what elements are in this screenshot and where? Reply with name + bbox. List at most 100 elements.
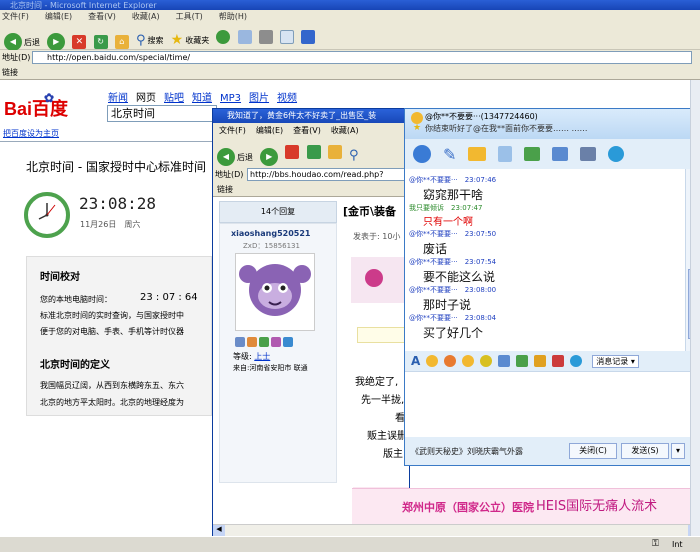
- menu-view[interactable]: 查看(V): [88, 12, 116, 21]
- star-icon: ★: [413, 123, 422, 133]
- close-button[interactable]: 关闭(C): [569, 443, 617, 459]
- profile-icon[interactable]: [247, 337, 257, 347]
- refresh-button[interactable]: ↻: [93, 32, 108, 52]
- blog-icon[interactable]: [271, 337, 281, 347]
- doc-icon[interactable]: [498, 146, 513, 162]
- set-home-link[interactable]: 把百度设为主页: [3, 128, 59, 139]
- emoji-icon[interactable]: [426, 355, 439, 367]
- forum-address-input[interactable]: http://bbs.houdao.com/read.php?: [247, 168, 407, 181]
- app-icon[interactable]: [524, 147, 541, 161]
- qq-show-icon[interactable]: [570, 355, 583, 367]
- avatar: [235, 253, 315, 331]
- back-button[interactable]: ◀ 后退: [4, 32, 40, 52]
- search-button[interactable]: ⚲ 搜索: [136, 31, 164, 51]
- forum-address-bar: 地址(D) http://bbs.houdao.com/read.php?: [213, 167, 409, 183]
- messenger-button[interactable]: [301, 27, 316, 47]
- media-icon: [216, 30, 231, 44]
- ad-banner[interactable]: 郑州中原（国家公立）医院 HEIS国际无痛人流术: [352, 488, 700, 524]
- forum-back-button[interactable]: ◀ 后退: [217, 147, 253, 167]
- forward-button[interactable]: ▶: [47, 32, 66, 52]
- forum-menu-edit[interactable]: 编辑(E): [256, 126, 283, 135]
- send-options-icon[interactable]: ▾: [671, 443, 685, 459]
- favorites-button[interactable]: ★ 收藏夹: [171, 30, 210, 50]
- nudge-icon[interactable]: [480, 355, 493, 367]
- ie-toolbar: ◀ 后退 ▶ ✕ ↻ ⌂ ⚲ 搜索 ★ 收藏夹: [0, 24, 700, 52]
- ad-link[interactable]: 《武则天秘史》刘晓庆霸气外露: [411, 446, 523, 457]
- mail-button[interactable]: [237, 27, 252, 47]
- sync-text-1: 标准北京时间的实时查询，与国家授时中: [40, 311, 184, 320]
- forum-links-label[interactable]: 链接: [217, 185, 233, 194]
- screenshot-icon[interactable]: [534, 355, 547, 367]
- font-icon[interactable]: A: [411, 354, 420, 368]
- address-input[interactable]: http://open.baidu.com/special/time/: [32, 51, 692, 64]
- file-transfer-icon[interactable]: [468, 147, 487, 161]
- settings-icon[interactable]: [580, 147, 597, 161]
- message-input[interactable]: [405, 371, 699, 437]
- nav-mp3[interactable]: MP3: [220, 93, 241, 104]
- username[interactable]: xiaoshang520521: [231, 229, 310, 238]
- stop-button[interactable]: ✕: [72, 32, 87, 52]
- sync-text-2: 便于您的对电脑、手表、手机等计时仪器: [40, 327, 184, 336]
- forum-stop-button[interactable]: [285, 142, 300, 162]
- edit-icon: [279, 30, 294, 44]
- voice-icon[interactable]: ✎: [443, 145, 456, 164]
- video-call-icon[interactable]: [413, 145, 431, 163]
- menu-favorites[interactable]: 收藏(A): [132, 12, 160, 21]
- history-button[interactable]: 消息记录 ▾: [592, 354, 639, 368]
- refresh-icon: [306, 145, 321, 159]
- image-icon[interactable]: [498, 355, 511, 367]
- send-button[interactable]: 发送(S): [621, 443, 669, 459]
- clock-time: 23:08:28: [79, 194, 157, 213]
- message-meta: @你**不要要··· 23:07:54: [409, 258, 497, 266]
- links-label[interactable]: 链接: [2, 68, 18, 77]
- shop-icon[interactable]: [283, 337, 293, 347]
- baidu-logo[interactable]: Bai百度 ✿: [4, 91, 68, 121]
- friend-icon[interactable]: [259, 337, 269, 347]
- star-icon: ★: [170, 32, 184, 48]
- nav-images[interactable]: 图片: [249, 93, 269, 104]
- level-value[interactable]: 上士: [254, 352, 270, 361]
- forum-search-button[interactable]: ⚲: [349, 146, 359, 166]
- gift-icon[interactable]: [552, 355, 565, 367]
- nav-tieba[interactable]: 贴吧: [164, 93, 184, 104]
- forum-refresh-button[interactable]: [306, 142, 321, 162]
- edit-button[interactable]: [279, 27, 294, 47]
- media-button[interactable]: [216, 27, 231, 47]
- forum-menu-file[interactable]: 文件(F): [219, 126, 246, 135]
- nav-news[interactable]: 新闻: [108, 93, 128, 104]
- baidu-search-input[interactable]: 北京时间: [107, 105, 217, 122]
- scroll-left-icon[interactable]: ◀: [213, 525, 225, 536]
- message-meta: @你**不要要··· 23:08:00: [409, 286, 497, 294]
- back-arrow-icon: ◀: [4, 33, 22, 51]
- qq-logo-icon[interactable]: [608, 146, 625, 162]
- message-icon[interactable]: [235, 337, 245, 347]
- nav-web[interactable]: 网页: [136, 93, 156, 104]
- ad-logo-icon: [365, 269, 383, 287]
- home-button[interactable]: ⌂: [114, 32, 129, 52]
- menu-file[interactable]: 文件(F): [2, 12, 29, 21]
- magic-emoji-icon[interactable]: [444, 355, 457, 367]
- print-button[interactable]: [258, 27, 273, 47]
- forum-forward-button[interactable]: ▶: [260, 147, 279, 167]
- menu-tools[interactable]: 工具(T): [176, 12, 203, 21]
- nav-video[interactable]: 视频: [277, 93, 297, 104]
- qq-footer: 《武则天秘史》刘晓庆霸气外露 关闭(C) 发送(S) ▾: [405, 437, 699, 465]
- hscroll-bar[interactable]: ◀▶: [213, 524, 700, 536]
- post-ad-icon: [351, 257, 409, 303]
- posted-at: 发表于: 10小: [353, 232, 401, 241]
- thread-title: [金币\装备: [343, 205, 397, 218]
- user-zxd: ZxD：15856131: [243, 242, 300, 250]
- music-icon[interactable]: [516, 355, 529, 367]
- menu-edit[interactable]: 编辑(E): [45, 12, 72, 21]
- group-icon[interactable]: [552, 147, 569, 161]
- post-quote-box: [357, 327, 409, 343]
- post-line-4: 贩主误删: [367, 431, 407, 442]
- forum-menu-favorites[interactable]: 收藏(A): [331, 126, 359, 135]
- wink-icon[interactable]: [462, 355, 475, 367]
- forum-menu-view[interactable]: 查看(V): [293, 126, 321, 135]
- forum-home-button[interactable]: [327, 142, 342, 162]
- menu-help[interactable]: 帮助(H): [219, 12, 247, 21]
- nav-zhidao[interactable]: 知道: [192, 93, 212, 104]
- lock-icon: ⚿: [652, 539, 659, 549]
- contact-name: @你**不要要···(1347724460): [425, 112, 538, 121]
